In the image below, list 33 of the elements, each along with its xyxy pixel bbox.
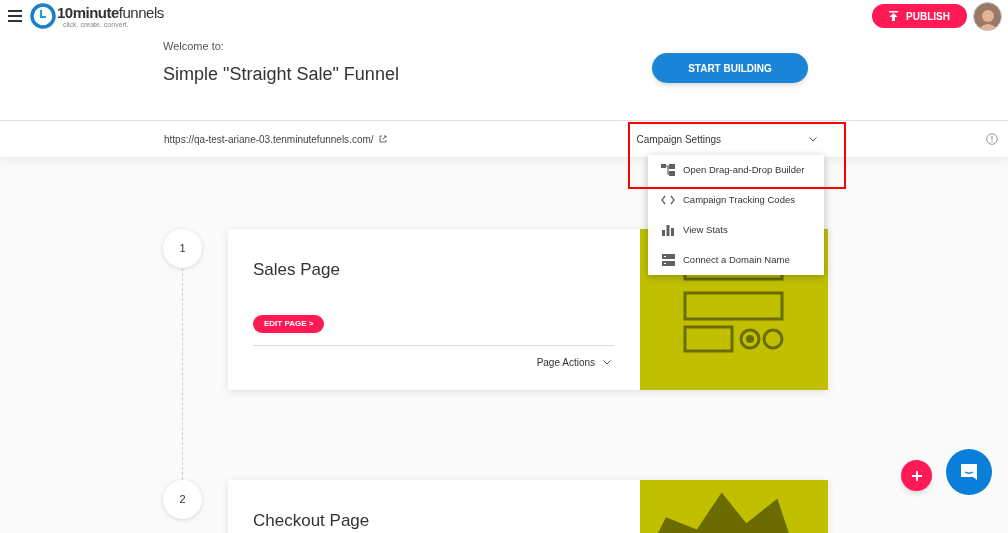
clock-logo-icon (30, 3, 56, 29)
chat-button[interactable] (946, 449, 992, 495)
page-actions-dropdown[interactable]: Page Actions (536, 354, 611, 370)
step-number: 2 (163, 480, 202, 519)
funnel-url[interactable]: https://qa-test-ariane-03.tenminutefunnels.com/ (164, 131, 374, 147)
chat-icon (959, 462, 979, 482)
menu-icon[interactable] (8, 10, 22, 22)
external-link-icon[interactable] (378, 135, 387, 143)
campaign-settings-dropdown[interactable]: Campaign Settings (608, 131, 817, 147)
info-icon[interactable] (986, 133, 998, 145)
logo-wordmark: 10minutefunnels (57, 4, 164, 20)
chevron-icon (808, 136, 817, 142)
step-number: 1 (163, 229, 202, 268)
avatar[interactable] (973, 1, 1002, 31)
start-building-button[interactable]: START BUILDING (652, 53, 808, 83)
code-icon (661, 195, 675, 205)
edit-page-button[interactable]: EDIT PAGE > (253, 314, 325, 333)
menu-item[interactable]: Connect a Domain Name (648, 245, 824, 275)
funnel-title: Simple "Straight Sale" Funnel (163, 62, 400, 86)
chevron-icon (603, 359, 611, 365)
page-title: Sales Page (253, 259, 341, 281)
publish-button[interactable]: PUBLISH (872, 4, 967, 28)
bar-chart-icon (662, 224, 674, 236)
welcome-label: Welcome to: (163, 39, 225, 54)
menu-item[interactable]: Open Drag-and-Drop Builder (648, 155, 824, 185)
sitemap-icon (661, 164, 675, 176)
page-title: Checkout Page (253, 510, 371, 532)
add-button[interactable] (901, 460, 932, 491)
menu-item[interactable]: Campaign Tracking Codes (648, 185, 824, 215)
upload-icon (889, 11, 899, 21)
plus-icon (911, 470, 922, 481)
server-icon (661, 254, 675, 266)
menu-item[interactable]: View Stats (648, 215, 824, 245)
